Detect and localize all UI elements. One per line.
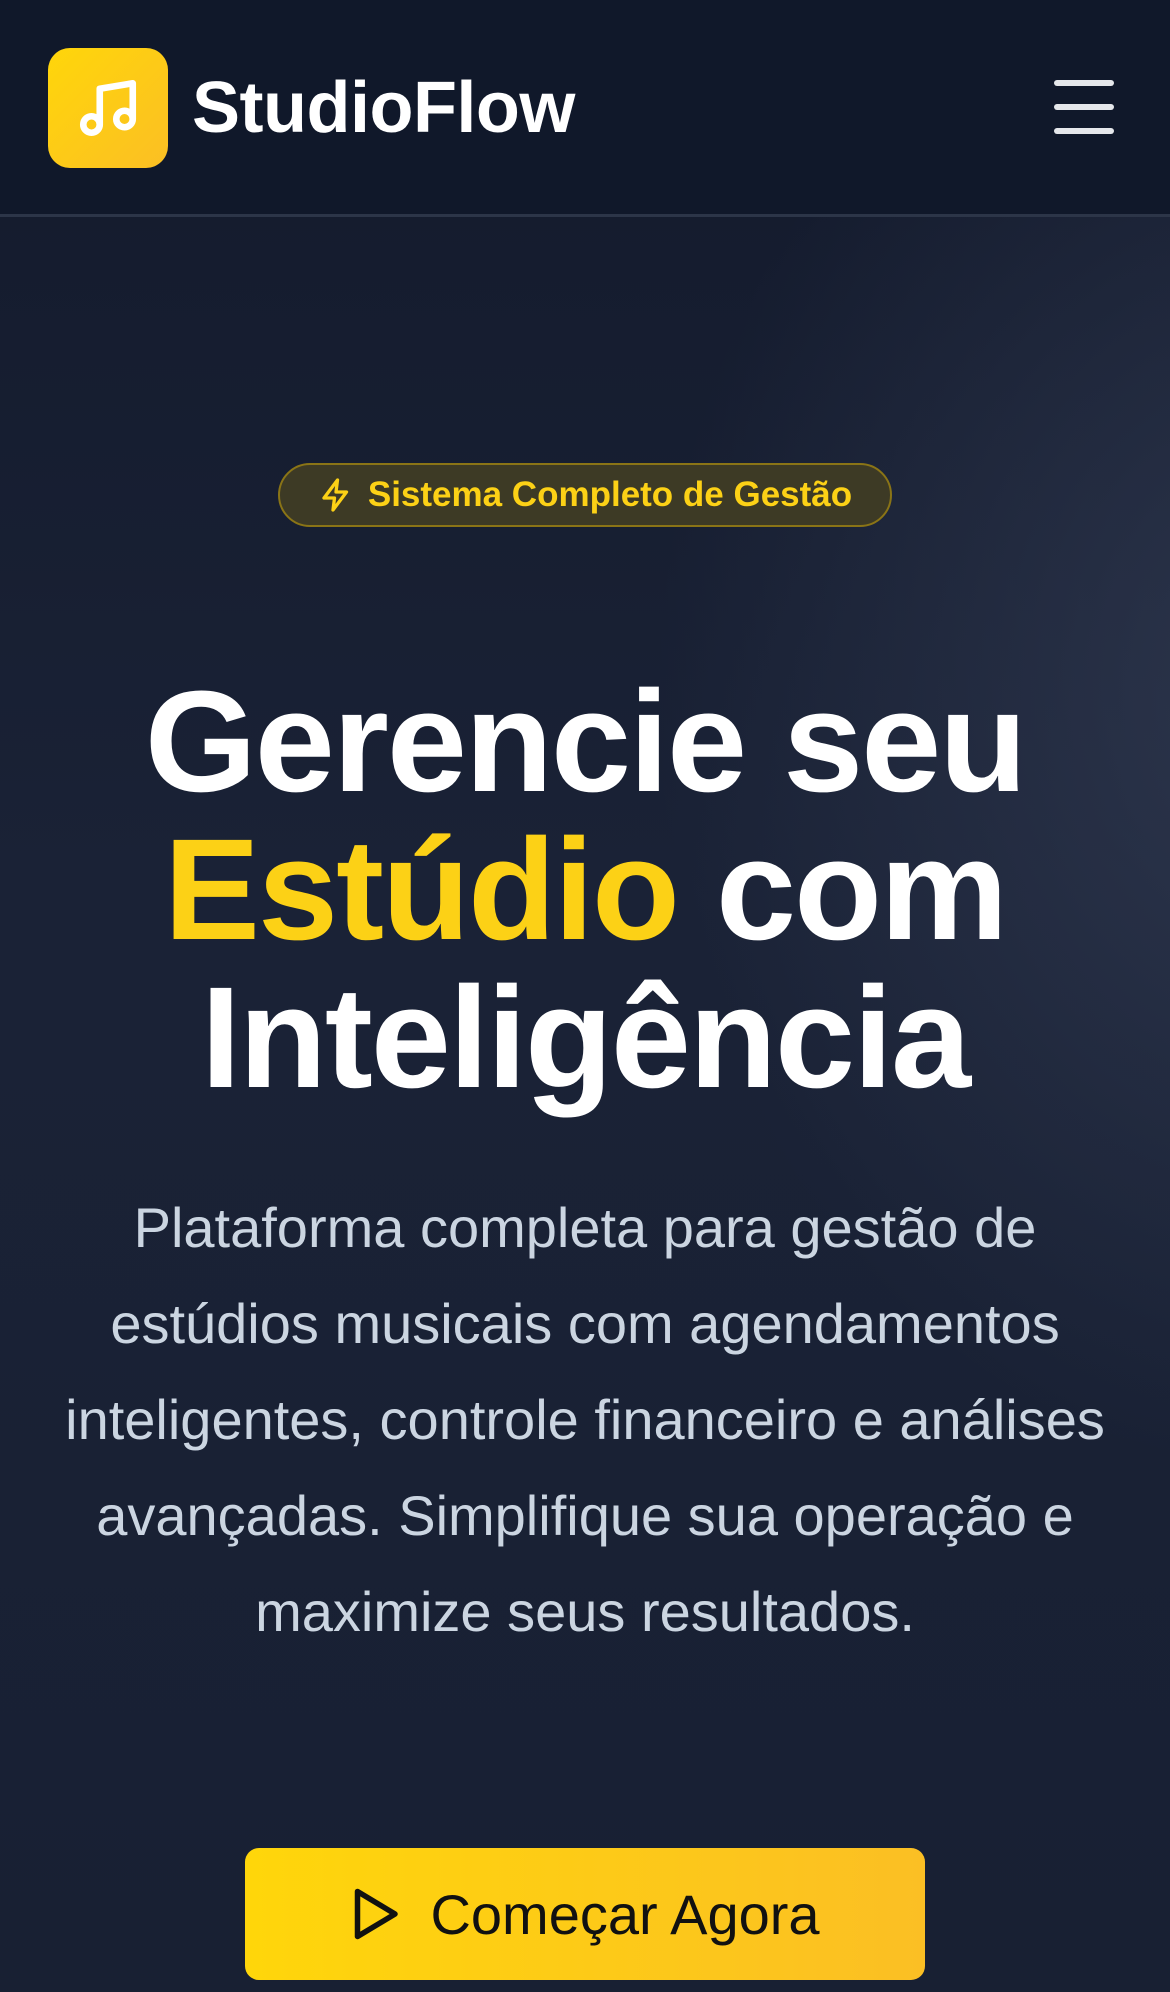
logo[interactable] xyxy=(48,48,168,168)
hero-description: Plataforma completa para gestão de estúd… xyxy=(65,1196,1105,1643)
top-navigation-bar: StudioFlow xyxy=(0,0,1170,217)
headline-part-1: Gerencie seu xyxy=(144,661,1027,822)
hero-headline: Gerencie seu Estúdio com Inteligência xyxy=(0,668,1170,1112)
hamburger-menu-icon[interactable] xyxy=(1054,80,1114,134)
landing-page: StudioFlow Sistema Completo de Gestão Ge… xyxy=(0,0,1170,1992)
music-note-icon xyxy=(79,79,137,137)
play-icon xyxy=(355,1888,399,1940)
menu-line xyxy=(1054,104,1114,110)
start-now-button[interactable]: Começar Agora xyxy=(245,1848,925,1980)
badge-label: Sistema Completo de Gestão xyxy=(367,475,853,514)
headline-accent: Estúdio xyxy=(163,809,680,970)
headline-part-2: com xyxy=(715,809,1008,970)
feature-badge: Sistema Completo de Gestão xyxy=(278,463,892,527)
menu-line xyxy=(1054,80,1114,86)
menu-line xyxy=(1054,128,1114,134)
headline-part-3: Inteligência xyxy=(200,957,971,1118)
lightning-icon xyxy=(322,478,348,512)
brand-name[interactable]: StudioFlow xyxy=(192,64,575,152)
start-now-label: Começar Agora xyxy=(430,1882,820,1946)
